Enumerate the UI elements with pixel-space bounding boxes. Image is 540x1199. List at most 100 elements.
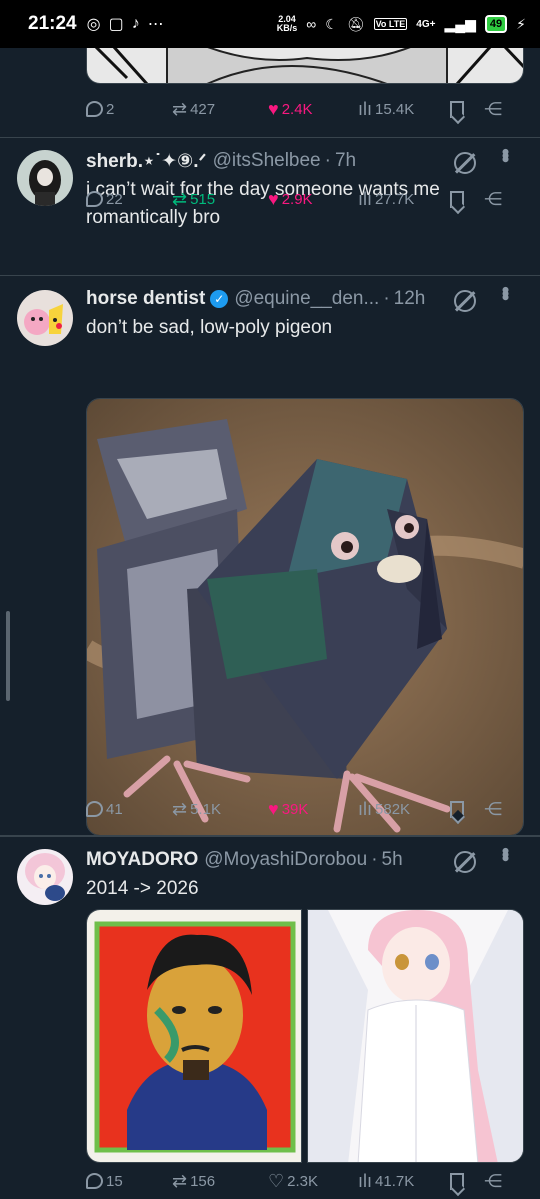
tweet-actions: 41 ⇄ 5.1K ♥ 39K ılı 582K ⋲ bbox=[86, 800, 516, 818]
reply-icon bbox=[86, 1173, 103, 1189]
heart-outline-icon: ♡ bbox=[268, 1171, 285, 1191]
notification-icons: ◎ ▢ ♪ ⋯ bbox=[87, 14, 164, 34]
more-options-icon[interactable]: ••• bbox=[493, 148, 518, 159]
tweet[interactable]: horse dentist ✓ @equine__den... · 12h ••… bbox=[0, 276, 540, 836]
bookmark-icon bbox=[450, 190, 464, 208]
charging-icon: ⚡ bbox=[516, 15, 526, 32]
network-type: 4G+ bbox=[416, 18, 436, 30]
views-button[interactable]: ılı 27.7K bbox=[358, 190, 450, 208]
avatar[interactable] bbox=[17, 290, 73, 346]
scrollbar[interactable] bbox=[6, 611, 10, 701]
avatar[interactable] bbox=[17, 849, 73, 905]
like-button[interactable]: ♥ 2.4K bbox=[268, 100, 358, 118]
reply-icon bbox=[86, 801, 103, 817]
reply-button[interactable]: 41 bbox=[86, 801, 172, 818]
clock: 21:24 bbox=[28, 13, 77, 34]
more-options-icon[interactable]: ••• bbox=[493, 847, 518, 858]
reply-button[interactable]: 22 bbox=[86, 191, 172, 208]
reply-button[interactable]: 2 bbox=[86, 101, 172, 118]
signal-icon: ▂▄▆ bbox=[444, 15, 476, 32]
tweet-actions: 15 ⇄ 156 ♡ 2.3K ılı 41.7K ⋲ bbox=[86, 1172, 516, 1190]
tweet[interactable]: sherb.⋆˙✦⑨.ᐟ @itsShelbee · 7h ••• i can’… bbox=[0, 138, 540, 276]
reply-icon bbox=[86, 191, 103, 207]
avatar[interactable] bbox=[17, 150, 73, 206]
tweet[interactable]: MOYADORO @MoyashiDorobou · 5h ••• 2014 -… bbox=[0, 837, 540, 1199]
share-icon: ⋲ bbox=[484, 1171, 502, 1191]
views-chart-icon: ılı bbox=[358, 1171, 373, 1191]
views-button[interactable]: ılı 41.7K bbox=[358, 1172, 450, 1190]
heart-filled-icon: ♥ bbox=[268, 189, 279, 209]
tweet-actions: 22 ⇄ 515 ♥ 2.9K ılı 27.7K ⋲ bbox=[86, 190, 516, 208]
username[interactable]: @equine__den... bbox=[234, 288, 379, 310]
tweet-text: don’t be sad, low-poly pigeon bbox=[86, 317, 333, 338]
views-chart-icon: ılı bbox=[358, 189, 373, 209]
share-icon: ⋲ bbox=[484, 189, 502, 209]
bookmark-icon bbox=[450, 100, 464, 118]
retweet-icon: ⇄ bbox=[172, 1171, 188, 1191]
views-chart-icon: ılı bbox=[358, 799, 373, 819]
like-button[interactable]: ♥ 2.9K bbox=[268, 190, 358, 208]
instagram-icon: ▢ bbox=[108, 16, 124, 33]
retweet-button[interactable]: ⇄ 515 bbox=[172, 190, 268, 208]
share-button[interactable]: ⋲ bbox=[484, 800, 502, 818]
tweet-body: horse dentist ✓ @equine__den... · 12h ••… bbox=[86, 286, 524, 342]
system-icons: 2.04 KB/s ∞ ☾ 🔕︎ Vo LTE 4G+ ▂▄▆ 49 ⚡ bbox=[277, 15, 526, 33]
bookmark-icon bbox=[450, 800, 464, 818]
retweet-icon: ⇄ bbox=[172, 99, 188, 119]
display-name[interactable]: horse dentist bbox=[86, 288, 205, 310]
tweet-image[interactable] bbox=[86, 398, 524, 836]
timestamp[interactable]: 12h bbox=[394, 288, 426, 310]
whatsapp-icon: ◎ bbox=[86, 16, 101, 33]
bookmark-icon bbox=[450, 1172, 464, 1190]
share-icon: ⋲ bbox=[484, 799, 502, 819]
views-button[interactable]: ılı 582K bbox=[358, 800, 450, 818]
volte-icon: Vo LTE bbox=[373, 18, 408, 30]
mute-icon: 🔕︎ bbox=[346, 15, 365, 32]
views-chart-icon: ılı bbox=[358, 99, 373, 119]
reply-button[interactable]: 15 bbox=[86, 1173, 172, 1190]
grok-icon[interactable] bbox=[454, 152, 476, 174]
heart-filled-icon: ♥ bbox=[268, 799, 279, 819]
tweet-text: 2014 -> 2026 bbox=[86, 878, 199, 899]
retweet-button[interactable]: ⇄ 427 bbox=[172, 100, 268, 118]
more-options-icon[interactable]: ••• bbox=[493, 286, 518, 297]
tweet-image[interactable] bbox=[86, 48, 524, 84]
bookmark-button[interactable] bbox=[450, 100, 484, 118]
dnd-moon-icon: ☾ bbox=[325, 15, 338, 32]
display-name[interactable]: sherb.⋆˙✦⑨.ᐟ bbox=[86, 150, 207, 173]
status-bar: 21:24 ◎ ▢ ♪ ⋯ 2.04 KB/s ∞ ☾ 🔕︎ Vo LTE 4G… bbox=[0, 0, 540, 48]
share-icon: ⋲ bbox=[484, 99, 502, 119]
tweet[interactable]: 2 ⇄ 427 ♥ 2.4K ılı 15.4K ⋲ bbox=[0, 48, 540, 138]
like-button[interactable]: ♡ 2.3K bbox=[268, 1172, 358, 1190]
retweet-button[interactable]: ⇄ 5.1K bbox=[172, 800, 268, 818]
bookmark-button[interactable] bbox=[450, 1172, 484, 1190]
retweet-icon: ⇄ bbox=[172, 799, 188, 819]
like-button[interactable]: ♥ 39K bbox=[268, 800, 358, 818]
share-button[interactable]: ⋲ bbox=[484, 1172, 502, 1190]
more-notifications-icon: ⋯ bbox=[147, 16, 164, 33]
views-button[interactable]: ılı 15.4K bbox=[358, 100, 450, 118]
tweet-body: MOYADORO @MoyashiDorobou · 5h ••• 2014 -… bbox=[86, 847, 524, 903]
battery-icon: 49 bbox=[484, 15, 508, 33]
grok-icon[interactable] bbox=[454, 851, 476, 873]
username[interactable]: @itsShelbee bbox=[213, 150, 321, 172]
username[interactable]: @MoyashiDorobou bbox=[204, 849, 367, 871]
network-speed: 2.04 KB/s bbox=[276, 14, 298, 33]
share-button[interactable]: ⋲ bbox=[484, 190, 502, 208]
tweet-image-1[interactable] bbox=[86, 909, 302, 1163]
tiktok-icon: ♪ bbox=[131, 15, 140, 32]
heart-filled-icon: ♥ bbox=[268, 99, 279, 119]
bookmark-button[interactable] bbox=[450, 800, 484, 818]
retweet-button[interactable]: ⇄ 156 bbox=[172, 1172, 268, 1190]
grok-icon[interactable] bbox=[454, 290, 476, 312]
tweet-image-2[interactable] bbox=[307, 909, 524, 1163]
display-name[interactable]: MOYADORO bbox=[86, 849, 198, 871]
timeline[interactable]: 2 ⇄ 427 ♥ 2.4K ılı 15.4K ⋲ sherb.⋆˙✦⑨.ᐟ @it… bbox=[0, 48, 540, 1199]
share-button[interactable]: ⋲ bbox=[484, 100, 502, 118]
bookmark-button[interactable] bbox=[450, 190, 484, 208]
retweet-icon: ⇄ bbox=[172, 189, 188, 209]
timestamp[interactable]: 7h bbox=[335, 150, 356, 172]
verified-badge-icon: ✓ bbox=[210, 290, 229, 308]
hotspot-icon: ∞ bbox=[306, 16, 317, 32]
timestamp[interactable]: 5h bbox=[382, 849, 403, 871]
